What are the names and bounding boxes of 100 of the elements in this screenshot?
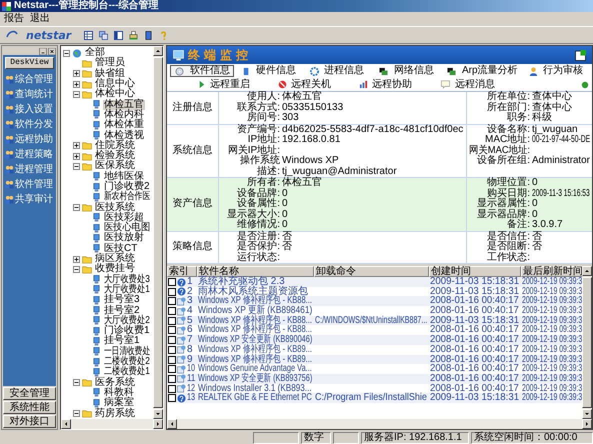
- checkbox[interactable]: [168, 278, 176, 286]
- checkbox[interactable]: [168, 374, 176, 383]
- tree-item[interactable]: 体检体重: [103, 120, 145, 130]
- table-row[interactable]: 11 Windows XP 安全更新 (KB893756) 2008-01-16 00:40:17 2009-12-19 09:39:3: [167, 374, 582, 384]
- tree-item[interactable]: 医技放射: [103, 233, 145, 244]
- menu-item[interactable]: 报告: [4, 13, 24, 25]
- tab[interactable]: Arp流量分析: [442, 65, 521, 77]
- table-row[interactable]: 4 Windows XP 更新 (KB898461) 2008-01-16 00:40:17 2009-12-19 09:39:3: [167, 306, 582, 316]
- tab[interactable]: 进程信息: [306, 65, 370, 77]
- tree-item[interactable]: 缺省组: [94, 68, 126, 79]
- column-header[interactable]: 创建时间: [429, 266, 521, 277]
- action-link[interactable]: 远程消息: [440, 80, 495, 90]
- nav-item[interactable]: 软件管理: [15, 180, 53, 190]
- nav-button[interactable]: 对外接口: [3, 415, 56, 428]
- table-row[interactable]: 8 Windows XP 修补程序包 - KB89... 2008-01-16 00:40:17 2009-12-19 09:39:3: [167, 344, 582, 354]
- tree-item[interactable]: 收费挂号: [94, 264, 136, 274]
- nav-item[interactable]: 远程协助: [15, 134, 53, 144]
- checkbox[interactable]: [168, 394, 176, 402]
- action-link[interactable]: 远程重启: [197, 80, 250, 90]
- tab[interactable]: 行为审核: [525, 65, 589, 77]
- checkbox[interactable]: [168, 288, 176, 296]
- nav-button[interactable]: 安全管理: [3, 387, 56, 400]
- minimize-icon[interactable]: [39, 48, 47, 54]
- tree-item[interactable]: 新农村合作医: [103, 192, 151, 202]
- expander-icon[interactable]: [73, 204, 80, 212]
- checkbox[interactable]: [168, 326, 176, 334]
- checkbox[interactable]: [168, 346, 176, 354]
- table-row[interactable]: 2 雨林木风系统主题资源包 2009-11-03 15:18:31 2009-12-19 09:39:3: [167, 286, 582, 296]
- table-row[interactable]: 5 Windows XP 修补程序包 - KB88... C:/WINDOWS/$NtUninstallKB887... 2009-11-03 15:18:31 2009-12-19 09:39:3: [167, 316, 582, 326]
- table-row[interactable]: 1 系统补充驱动包 2.3 2009-11-03 15:18:31 2009-12-19 09:39:3: [167, 277, 582, 287]
- tab[interactable]: 网络信息: [374, 65, 438, 77]
- table-row[interactable]: 13 REALTEK GbE & FE Ethernet PC C:/Program Files/InstallShie 2009-11-03 15:18:31 2009-12-19 09:39:3: [167, 393, 582, 403]
- expander-icon[interactable]: [73, 256, 80, 263]
- nav-item[interactable]: 进程管理: [15, 164, 53, 174]
- checkbox[interactable]: [168, 365, 176, 374]
- tab[interactable]: 软件信息: [170, 65, 234, 77]
- expander-icon[interactable]: [73, 142, 80, 150]
- tree-item[interactable]: 病案室: [103, 398, 135, 408]
- column-header[interactable]: 软件名称: [197, 266, 314, 277]
- scroll-bar[interactable]: [153, 46, 163, 419]
- expander-icon[interactable]: [73, 70, 80, 78]
- tree-item[interactable]: 门诊收费2: [103, 182, 151, 192]
- deskview-button[interactable]: DeskView: [5, 57, 54, 69]
- printer-icon[interactable]: [128, 30, 140, 40]
- tree-item[interactable]: 挂号室2: [103, 306, 141, 316]
- expander-icon[interactable]: [73, 162, 80, 170]
- column-header[interactable]: 最后刷新时间: [521, 266, 584, 277]
- tree-item[interactable]: 大厅收费处1: [103, 284, 151, 295]
- checkbox[interactable]: [168, 307, 176, 316]
- tab[interactable]: 硬件信息: [238, 65, 302, 77]
- table-row[interactable]: 12 Windows Installer 3.1 (KB893... 2008-01-16 00:40:17 2009-12-19 09:39:3: [167, 384, 582, 394]
- checkbox[interactable]: [168, 356, 176, 364]
- window-icon[interactable]: [113, 30, 124, 40]
- tree-item[interactable]: 体检中心: [94, 89, 136, 100]
- tree-item[interactable]: 科教科: [103, 388, 135, 398]
- table-row[interactable]: 10 Windows Genuine Advantage Va... 2008-01-16 00:40:17 2009-12-19 09:39:3: [167, 364, 582, 374]
- nav-item[interactable]: 查询统计: [15, 90, 53, 100]
- expander-icon[interactable]: [73, 152, 80, 160]
- grid-icon[interactable]: [83, 30, 94, 40]
- tree-item[interactable]: 体检内科: [103, 110, 145, 120]
- copy-icon[interactable]: [98, 30, 110, 40]
- menu-item[interactable]: 退出: [30, 13, 50, 25]
- tree-item[interactable]: 药房系统: [94, 408, 136, 419]
- tree-item[interactable]: 二楼收费处1: [103, 367, 151, 378]
- expander-icon[interactable]: [63, 50, 70, 57]
- tree-item[interactable]: 全部: [84, 48, 106, 58]
- tree-item[interactable]: 体检透视: [103, 130, 145, 141]
- scroll-bar[interactable]: [61, 419, 163, 429]
- scroll-bar[interactable]: [167, 419, 592, 429]
- expander-icon[interactable]: [73, 80, 80, 88]
- nav-item[interactable]: 接入设置: [15, 104, 53, 114]
- tree-item[interactable]: 地纬医保: [103, 172, 145, 182]
- tree-item[interactable]: 医保系统: [94, 161, 136, 172]
- nav-item[interactable]: 软件分发: [15, 120, 53, 130]
- checkbox[interactable]: [168, 316, 176, 325]
- expander-icon[interactable]: [73, 410, 80, 418]
- tree-item[interactable]: 挂号室1: [103, 336, 141, 346]
- tree-item[interactable]: 体检五官: [103, 100, 145, 110]
- tree-item[interactable]: 医务系统: [94, 378, 136, 388]
- expander-icon[interactable]: [73, 266, 80, 273]
- scroll-bar[interactable]: [582, 266, 592, 419]
- tree-item[interactable]: 医技系统: [94, 202, 136, 213]
- tree-item[interactable]: 一日清收费处: [103, 346, 151, 357]
- checkbox[interactable]: [168, 384, 176, 393]
- checkbox[interactable]: [168, 336, 176, 344]
- action-link[interactable]: 远程关机: [278, 80, 331, 90]
- nav-item[interactable]: 综合管理: [15, 74, 53, 84]
- tree-item[interactable]: 管理员: [94, 58, 126, 68]
- export-icon[interactable]: [575, 50, 586, 60]
- close-icon[interactable]: [48, 48, 56, 54]
- checkbox[interactable]: [168, 297, 176, 306]
- action-link[interactable]: 远程协助: [359, 80, 412, 90]
- tree-item[interactable]: 大厅收费处3: [103, 274, 151, 285]
- nav-item[interactable]: 进程策略: [15, 150, 53, 160]
- tree-item[interactable]: 住院系统: [94, 140, 136, 151]
- tree-item[interactable]: 大厅收费处2: [103, 316, 151, 326]
- tree-item[interactable]: 挂号室3: [103, 295, 141, 306]
- column-header[interactable]: 卸载命令: [314, 266, 429, 277]
- nav-button[interactable]: 系统性能: [3, 401, 56, 414]
- nav-item[interactable]: 共享审计: [15, 194, 53, 204]
